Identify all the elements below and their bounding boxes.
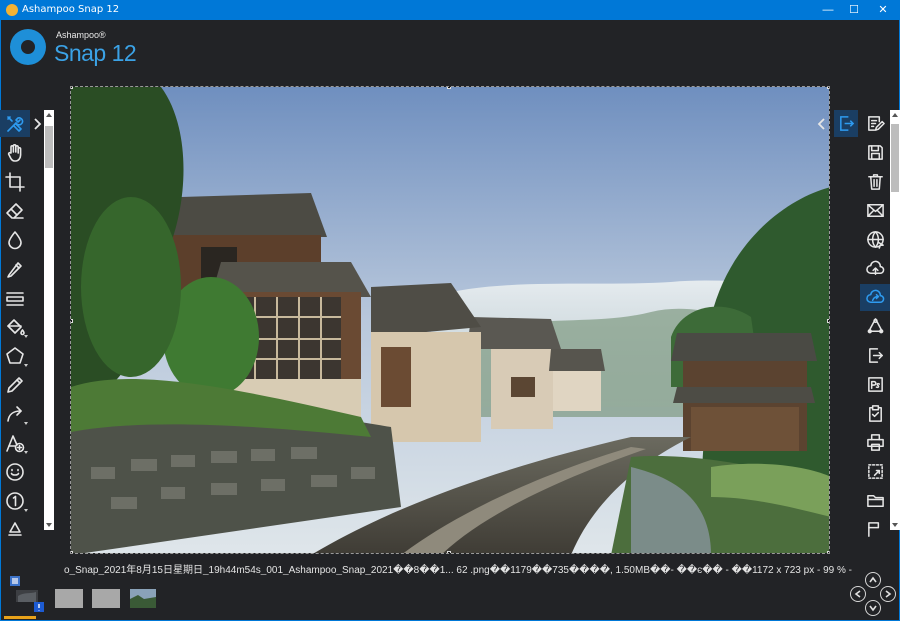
left-toolbar-scrollbar[interactable] <box>44 110 54 530</box>
export-icon[interactable] <box>860 342 890 369</box>
logo-name: Snap 12 <box>54 40 137 66</box>
thumbnail-current[interactable] <box>10 576 44 612</box>
thumbnail-item[interactable] <box>130 589 156 608</box>
scroll-right-button[interactable] <box>880 586 896 602</box>
right-toolbar-scrollbar[interactable] <box>890 110 900 530</box>
hand-icon[interactable] <box>0 139 30 166</box>
select-region-icon[interactable] <box>860 458 890 485</box>
eraser-icon[interactable] <box>0 197 30 224</box>
scrollbar-thumb[interactable] <box>45 126 53 168</box>
print-icon[interactable] <box>860 429 890 456</box>
smiley-icon[interactable] <box>0 458 30 485</box>
thumbnail-item[interactable] <box>92 589 120 608</box>
village-landscape-image <box>71 87 829 553</box>
close-button[interactable]: ✕ <box>869 0 897 20</box>
title-bar: Ashampoo Snap 12 — ☐ ✕ <box>0 0 900 20</box>
minimize-button[interactable]: — <box>814 0 842 20</box>
thumbnail-strip <box>0 574 900 621</box>
tools-icon[interactable] <box>0 110 30 137</box>
marker-icon[interactable] <box>0 255 30 282</box>
numbering-icon[interactable] <box>0 487 30 514</box>
crop-icon[interactable] <box>0 168 30 195</box>
resize-handle[interactable] <box>71 319 73 323</box>
app-icon <box>6 4 18 16</box>
text-lines-icon[interactable] <box>0 284 30 311</box>
share-icon[interactable] <box>860 313 890 340</box>
delete-icon[interactable] <box>860 168 890 195</box>
image-info-bar: o_Snap_2021年8月15日星期日_19h44m54s_001_Asham… <box>64 565 854 575</box>
blur-drop-icon[interactable] <box>0 226 30 253</box>
scroll-left-button[interactable] <box>850 586 866 602</box>
maximize-button[interactable]: ☐ <box>840 0 868 20</box>
pencil-icon[interactable] <box>0 371 30 398</box>
thumbnail-progress <box>4 616 36 619</box>
scroll-up-button[interactable] <box>865 572 881 588</box>
clipboard-icon[interactable] <box>860 400 890 427</box>
stamp-icon[interactable] <box>0 516 30 543</box>
logo-brand: Ashampoo® <box>56 30 106 40</box>
scrollbar-thumb[interactable] <box>891 124 899 192</box>
resize-handle[interactable] <box>71 87 73 89</box>
cloud-share-icon[interactable] <box>860 284 890 311</box>
collapse-right-panel-button[interactable] <box>816 113 828 135</box>
resize-handle[interactable] <box>447 87 451 89</box>
arrow-icon[interactable] <box>0 400 30 427</box>
email-icon[interactable] <box>860 197 890 224</box>
folder-icon[interactable] <box>860 487 890 514</box>
upload-cloud-icon[interactable] <box>860 255 890 282</box>
save-icon[interactable] <box>860 139 890 166</box>
export-side-icon[interactable] <box>834 110 858 137</box>
polygon-icon[interactable] <box>0 342 30 369</box>
add-object-icon[interactable] <box>0 429 30 456</box>
image-canvas[interactable] <box>70 86 830 554</box>
edit-note-icon[interactable] <box>860 110 890 137</box>
thumbnail-item[interactable] <box>55 589 83 608</box>
snap-logo-icon <box>10 29 46 65</box>
photoshop-icon[interactable] <box>860 371 890 398</box>
fill-bucket-icon[interactable] <box>0 313 30 340</box>
navigation-pad <box>850 572 896 618</box>
scroll-down-button[interactable] <box>865 600 881 616</box>
expand-left-panel-button[interactable] <box>31 113 43 135</box>
window-title: Ashampoo Snap 12 <box>22 4 120 15</box>
web-icon[interactable] <box>860 226 890 253</box>
open-with-icon[interactable] <box>860 516 890 543</box>
